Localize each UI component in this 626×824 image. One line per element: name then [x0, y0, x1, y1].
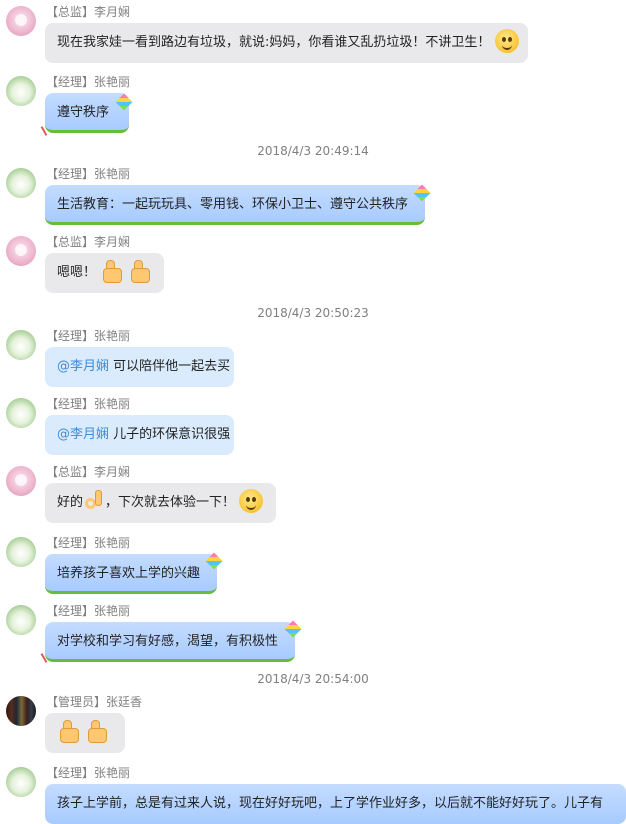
message-text: 现在我家娃一看到路边有垃圾，就说:妈妈，你看谁又乱扔垃圾！不讲卫生！ [57, 35, 491, 50]
message-text: 嗯嗯！ [57, 265, 97, 280]
message-bubble[interactable]: @李月娴 可以陪伴他一起去买 [45, 347, 234, 387]
message-bubble[interactable]: 孩子上学前，总是有过来人说，现在好好玩吧，上了学作业好多，以后就不能好好玩了。儿… [45, 784, 626, 824]
avatar[interactable] [6, 696, 36, 726]
avatar[interactable] [6, 605, 36, 635]
avatar[interactable] [6, 76, 36, 106]
avatar[interactable] [6, 6, 36, 36]
message-text: 遵守秩序 [57, 105, 110, 120]
avatar[interactable] [6, 466, 36, 496]
sender-label: 【管理员】张廷香 [46, 695, 143, 709]
message-bubble[interactable]: @李月娴 儿子的环保意识很强 [45, 415, 234, 455]
ok-hand-icon [83, 489, 105, 513]
mention-link[interactable]: @李月娴 [57, 427, 109, 442]
message-bubble[interactable]: 好的 ，下次就去体验一下！ [45, 483, 276, 523]
message-text: 对学校和学习有好感，渴望，有积极性 [57, 634, 279, 649]
thumbs-up-icon [85, 719, 109, 743]
message-bubble[interactable]: 遵守秩序 [45, 93, 129, 133]
timestamp: 2018/4/3 20:49:14 [257, 144, 369, 158]
message-bubble[interactable]: 嗯嗯！ [45, 253, 164, 293]
message-text: 可以陪伴他一起去买 [109, 359, 231, 374]
message-bubble[interactable]: 培养孩子喜欢上学的兴趣 [45, 554, 217, 594]
chat-history: 【总监】李月娴 现在我家娃一看到路边有垃圾，就说:妈妈，你看谁又乱扔垃圾！不讲卫… [0, 0, 626, 824]
sender-label: 【经理】张艳丽 [46, 397, 131, 411]
avatar[interactable] [6, 398, 36, 428]
message-text-before: 好的 [57, 495, 84, 510]
message-text: 生活教育：一起玩玩具、零用钱、环保小卫士、遵守公共秩序 [57, 197, 409, 212]
avatar[interactable] [6, 168, 36, 198]
sender-label: 【经理】张艳丽 [46, 536, 131, 550]
message-bubble[interactable]: 生活教育：一起玩玩具、零用钱、环保小卫士、遵守公共秩序 [45, 185, 425, 225]
avatar[interactable] [6, 767, 36, 797]
message-bubble[interactable]: 现在我家娃一看到路边有垃圾，就说:妈妈，你看谁又乱扔垃圾！不讲卫生！ [45, 23, 528, 63]
sender-label: 【经理】张艳丽 [46, 604, 131, 618]
sender-label: 【总监】李月娴 [46, 235, 131, 249]
timestamp: 2018/4/3 20:50:23 [257, 306, 369, 320]
message-text: ，下次就去体验一下！ [105, 495, 236, 510]
mention-link[interactable]: @李月娴 [57, 359, 109, 374]
sender-label: 【经理】张艳丽 [46, 75, 131, 89]
message-bubble[interactable]: 对学校和学习有好感，渴望，有积极性 [45, 622, 295, 662]
message-text: 培养孩子喜欢上学的兴趣 [57, 566, 201, 581]
sender-label: 【经理】张艳丽 [46, 167, 131, 181]
timestamp: 2018/4/3 20:54:00 [257, 672, 369, 686]
thumbs-up-icon [100, 259, 124, 283]
sender-label: 【总监】李月娴 [46, 5, 131, 19]
smile-face-icon [239, 489, 264, 513]
thumbs-up-icon [128, 259, 152, 283]
sender-label: 【总监】李月娴 [46, 465, 131, 479]
avatar[interactable] [6, 330, 36, 360]
thumbs-up-icon [57, 719, 81, 743]
message-bubble[interactable] [45, 713, 125, 753]
message-text: 儿子的环保意识很强 [109, 427, 231, 442]
avatar[interactable] [6, 236, 36, 266]
sender-label: 【经理】张艳丽 [46, 766, 131, 780]
grin-face-icon [494, 29, 519, 53]
message-text: 孩子上学前，总是有过来人说，现在好好玩吧，上了学作业好多，以后就不能好好玩了。儿… [57, 796, 604, 811]
sender-label: 【经理】张艳丽 [46, 329, 131, 343]
avatar[interactable] [6, 537, 36, 567]
